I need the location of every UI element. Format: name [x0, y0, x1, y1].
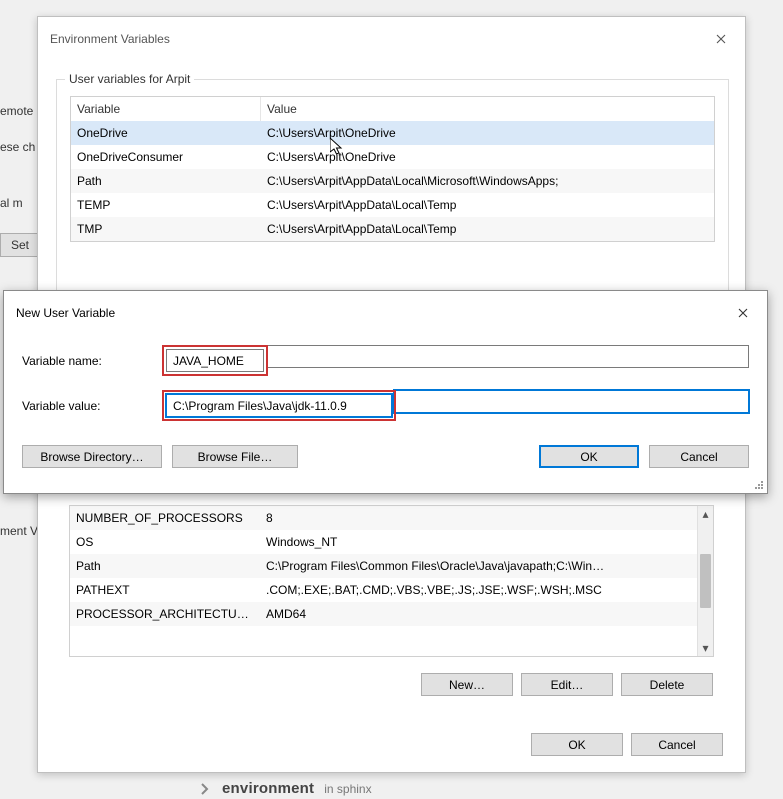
cursor-icon: [330, 138, 346, 158]
fragment-text: ese ch: [0, 140, 35, 154]
variable-name-input[interactable]: [166, 349, 264, 372]
cancel-button[interactable]: Cancel: [631, 733, 723, 756]
ok-button[interactable]: OK: [531, 733, 623, 756]
cell-variable: OneDrive: [71, 121, 261, 145]
resize-grip-icon[interactable]: [753, 479, 765, 491]
variable-value-label: Variable value:: [22, 399, 162, 413]
new-user-variable-dialog: New User Variable Variable name: Variabl…: [3, 290, 768, 494]
table-row[interactable]: PATHEXT.COM;.EXE;.BAT;.CMD;.VBS;.VBE;.JS…: [70, 578, 697, 602]
table-row[interactable]: TMPC:\Users\Arpit\AppData\Local\Temp: [71, 217, 714, 241]
browse-file-button[interactable]: Browse File…: [172, 445, 298, 468]
cell-value: Windows_NT: [260, 530, 697, 554]
dialog-title: Environment Variables: [50, 32, 701, 46]
close-icon[interactable]: [723, 299, 763, 327]
cell-variable: Path: [70, 554, 260, 578]
cell-variable: TEMP: [71, 193, 261, 217]
dialog-title: New User Variable: [16, 306, 723, 320]
table-header: Variable Value: [71, 97, 714, 121]
col-value[interactable]: Value: [261, 97, 714, 121]
dialog-footer: OK Cancel: [531, 733, 723, 756]
browse-directory-button[interactable]: Browse Directory…: [22, 445, 162, 468]
scrollbar[interactable]: ▴ ▾: [697, 506, 713, 656]
cell-value: C:\Users\Arpit\AppData\Local\Temp: [261, 217, 714, 241]
col-variable[interactable]: Variable: [71, 97, 261, 121]
environment-sub: in sphinx: [324, 782, 371, 796]
cell-value: C:\Users\Arpit\OneDrive: [261, 145, 714, 169]
settings-button-fragment[interactable]: Set: [0, 233, 40, 257]
cell-value: C:\Program Files\Common Files\Oracle\Jav…: [260, 554, 697, 578]
ok-button[interactable]: OK: [539, 445, 639, 468]
table-row[interactable]: TEMPC:\Users\Arpit\AppData\Local\Temp: [71, 193, 714, 217]
delete-button[interactable]: Delete: [621, 673, 713, 696]
cell-value: .COM;.EXE;.BAT;.CMD;.VBS;.VBE;.JS;.JSE;.…: [260, 578, 697, 602]
fragment-text: ment V: [0, 524, 38, 538]
new-button[interactable]: New…: [421, 673, 513, 696]
system-action-row: New… Edit… Delete: [421, 673, 713, 696]
edit-button[interactable]: Edit…: [521, 673, 613, 696]
scroll-thumb[interactable]: [700, 554, 711, 608]
variable-name-label: Variable name:: [22, 354, 162, 368]
table-row[interactable]: OneDriveC:\Users\Arpit\OneDrive: [71, 121, 714, 145]
cell-value: C:\Users\Arpit\OneDrive: [261, 121, 714, 145]
cell-variable: PATHEXT: [70, 578, 260, 602]
cell-variable: PROCESSOR_ARCHITECTU…: [70, 602, 260, 626]
cell-variable: TMP: [71, 217, 261, 241]
close-icon[interactable]: [701, 25, 741, 53]
system-variables-list[interactable]: NUMBER_OF_PROCESSORS8OSWindows_NTPathC:\…: [69, 505, 714, 657]
table-row[interactable]: OneDriveConsumerC:\Users\Arpit\OneDrive: [71, 145, 714, 169]
cell-value: 8: [260, 506, 697, 530]
variable-value-input-ext[interactable]: [394, 390, 749, 413]
cell-value: AMD64: [260, 602, 697, 626]
cell-variable: OS: [70, 530, 260, 554]
cell-value: C:\Users\Arpit\AppData\Local\Microsoft\W…: [261, 169, 714, 193]
fragment-text: al m: [0, 196, 23, 210]
variable-name-input-ext[interactable]: [266, 345, 749, 368]
bottom-search-fragment: environment in sphinx: [198, 780, 372, 797]
cell-value: C:\Users\Arpit\AppData\Local\Temp: [261, 193, 714, 217]
table-row[interactable]: PROCESSOR_ARCHITECTU…AMD64: [70, 602, 697, 626]
table-row[interactable]: PathC:\Program Files\Common Files\Oracle…: [70, 554, 697, 578]
scroll-down-icon[interactable]: ▾: [698, 640, 713, 656]
cell-variable: OneDriveConsumer: [71, 145, 261, 169]
fragment-text: emote: [0, 104, 33, 118]
cell-variable: NUMBER_OF_PROCESSORS: [70, 506, 260, 530]
cell-variable: Path: [71, 169, 261, 193]
table-row[interactable]: NUMBER_OF_PROCESSORS8: [70, 506, 697, 530]
scroll-up-icon[interactable]: ▴: [698, 506, 713, 522]
user-variables-table[interactable]: Variable Value OneDriveC:\Users\Arpit\On…: [70, 96, 715, 242]
titlebar: New User Variable: [4, 291, 767, 335]
chevron-right-icon: [198, 782, 212, 796]
titlebar: Environment Variables: [38, 17, 745, 61]
environment-label: environment: [222, 780, 314, 797]
variable-value-input[interactable]: [166, 394, 392, 417]
table-row[interactable]: PathC:\Users\Arpit\AppData\Local\Microso…: [71, 169, 714, 193]
user-group-legend: User variables for Arpit: [65, 72, 194, 86]
table-row[interactable]: OSWindows_NT: [70, 530, 697, 554]
cancel-button[interactable]: Cancel: [649, 445, 749, 468]
